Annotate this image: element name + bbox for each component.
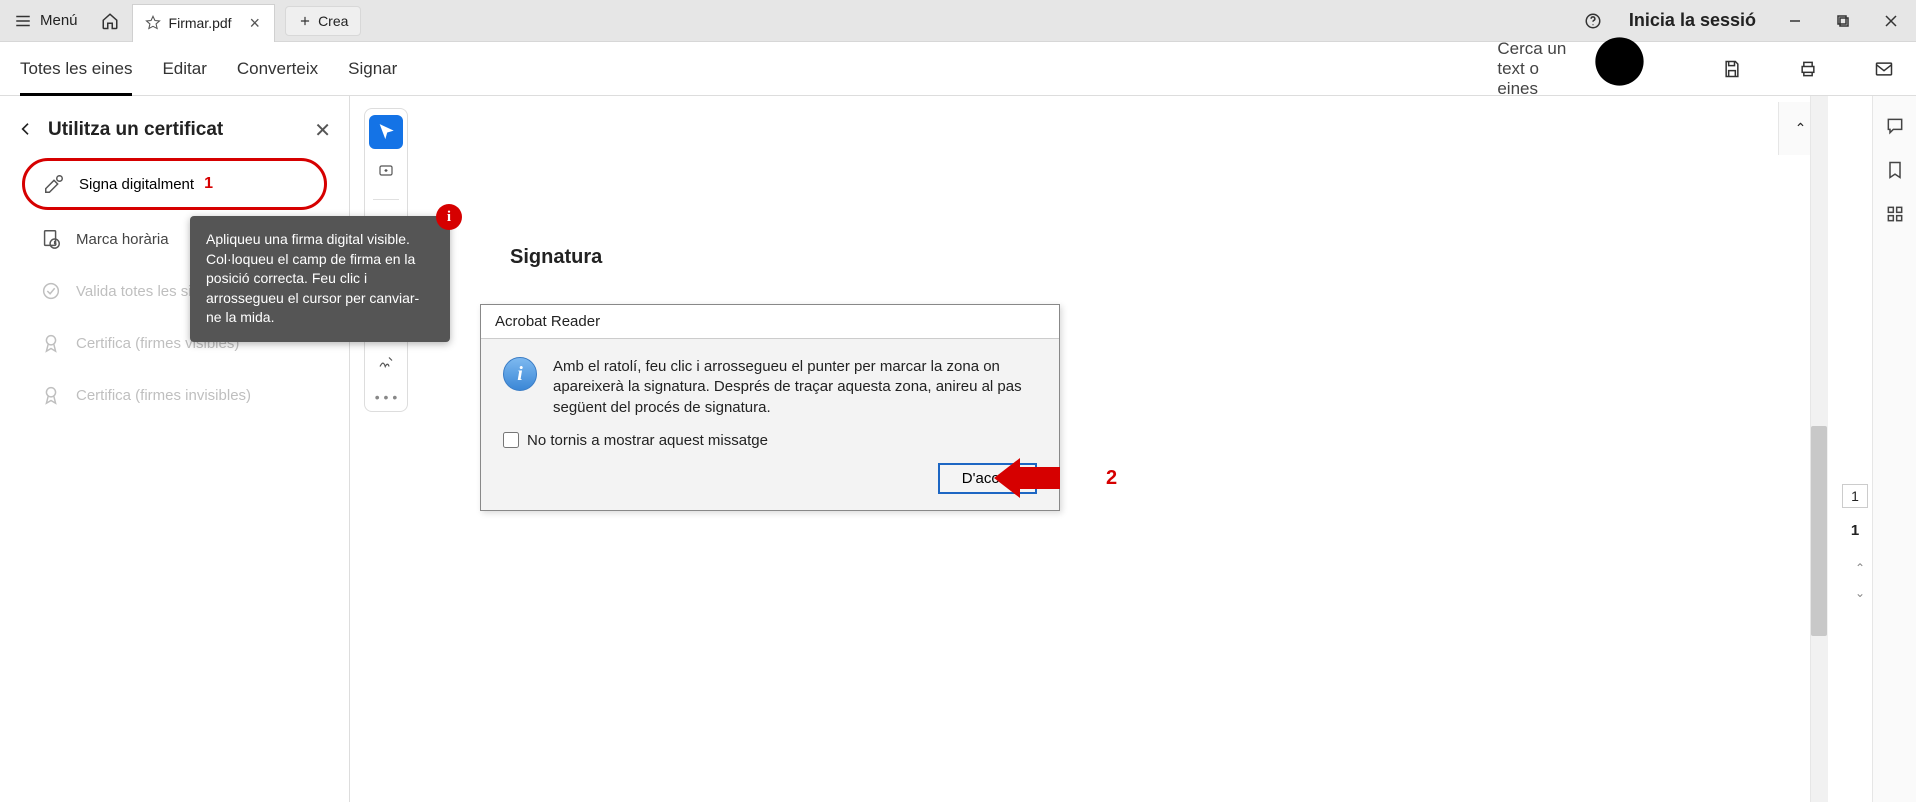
- tab-document[interactable]: Firmar.pdf ×: [132, 4, 276, 42]
- share-button[interactable]: [1872, 57, 1896, 81]
- scrollbar-track[interactable]: [1810, 96, 1828, 802]
- tab-label: Firmar.pdf: [169, 15, 232, 31]
- tab-convert[interactable]: Converteix: [237, 59, 318, 96]
- dialog-message: Amb el ratolí, feu clic i arrossegueu el…: [553, 357, 1037, 418]
- ribbon-outline-icon: [40, 384, 62, 406]
- print-button[interactable]: [1796, 57, 1820, 81]
- tooltip-sign-digitally: Apliqueu una firma digital visible. Col·…: [190, 216, 450, 342]
- tab-all-tools[interactable]: Totes les eines: [20, 59, 132, 96]
- main-toolbar: Totes les eines Editar Converteix Signar…: [0, 42, 1916, 96]
- pen-certificate-icon: [43, 173, 65, 195]
- tab-sign[interactable]: Signar: [348, 59, 397, 96]
- document-heading: Signatura: [510, 246, 602, 269]
- validate-icon: [40, 280, 62, 302]
- page-up-button[interactable]: ⌃: [1853, 561, 1867, 575]
- info-icon: i: [503, 357, 537, 391]
- scrollbar-thumb[interactable]: [1811, 426, 1827, 636]
- right-rail: [1872, 96, 1916, 802]
- comments-panel-button[interactable]: [1883, 114, 1907, 138]
- bookmarks-panel-button[interactable]: [1883, 158, 1907, 182]
- dialog-checkbox-row[interactable]: No tornis a mostrar aquest missatge: [481, 428, 1059, 463]
- add-comment-tool[interactable]: [369, 155, 403, 189]
- tab-close-icon[interactable]: ×: [250, 13, 261, 34]
- more-tools-icon[interactable]: • • •: [375, 385, 397, 405]
- minimize-button[interactable]: [1774, 0, 1816, 42]
- menu-label: Menú: [40, 12, 78, 29]
- maximize-button[interactable]: [1822, 0, 1864, 42]
- dont-show-checkbox[interactable]: [503, 432, 519, 448]
- info-badge-icon: i: [436, 204, 462, 230]
- plus-icon: [298, 14, 312, 28]
- dialog-title: Acrobat Reader: [481, 305, 1059, 339]
- star-icon: [145, 15, 161, 31]
- page-indicator-current[interactable]: 1: [1842, 484, 1868, 508]
- annotation-arrow-2: 2: [1060, 458, 1117, 498]
- ribbon-icon: [40, 332, 62, 354]
- sidebar-item-label: Certifica (firmes invisibles): [76, 387, 251, 404]
- thumbnails-panel-button[interactable]: [1883, 202, 1907, 226]
- signature-tool[interactable]: [369, 345, 403, 379]
- side-panel: Utilitza un certificat ✕ Signa digitalme…: [0, 96, 350, 802]
- menu-button[interactable]: Menú: [4, 6, 88, 36]
- sidebar-item-sign-digitally[interactable]: Signa digitalment 1: [22, 158, 327, 210]
- create-button[interactable]: Crea: [285, 6, 361, 36]
- side-panel-close[interactable]: ✕: [314, 118, 331, 143]
- sidebar-item-label: Signa digitalment: [79, 176, 194, 193]
- search-placeholder: Cerca un text o eines: [1497, 39, 1575, 99]
- sidebar-item-certify-invisible: Certifica (firmes invisibles): [22, 372, 327, 418]
- select-tool[interactable]: [369, 115, 403, 149]
- annotation-number-2: 2: [1106, 467, 1117, 490]
- side-panel-title: Utilitza un certificat: [48, 119, 300, 141]
- dialog-checkbox-label: No tornis a mostrar aquest missatge: [527, 432, 768, 449]
- annotation-number-1: 1: [204, 175, 213, 193]
- page-down-button[interactable]: ⌄: [1853, 586, 1867, 600]
- dialog-acrobat-reader: Acrobat Reader i Amb el ratolí, feu clic…: [480, 304, 1060, 511]
- clock-document-icon: [40, 228, 62, 250]
- save-button[interactable]: [1720, 57, 1744, 81]
- main-area: Utilitza un certificat ✕ Signa digitalme…: [0, 96, 1916, 802]
- close-window-button[interactable]: [1870, 0, 1912, 42]
- page-indicator-total: 1: [1842, 518, 1868, 542]
- document-area[interactable]: ⌃ A • • • Signatura Acrobat Reader i Amb…: [350, 96, 1872, 802]
- window-controls: [1774, 0, 1912, 42]
- create-label: Crea: [318, 13, 348, 29]
- sidebar-item-label: Marca horària: [76, 231, 169, 248]
- tab-edit[interactable]: Editar: [162, 59, 206, 96]
- back-button[interactable]: [18, 116, 34, 144]
- tooltip-text: Apliqueu una firma digital visible. Col·…: [206, 231, 419, 325]
- home-button[interactable]: [92, 5, 128, 37]
- side-panel-header: Utilitza un certificat ✕: [6, 108, 343, 152]
